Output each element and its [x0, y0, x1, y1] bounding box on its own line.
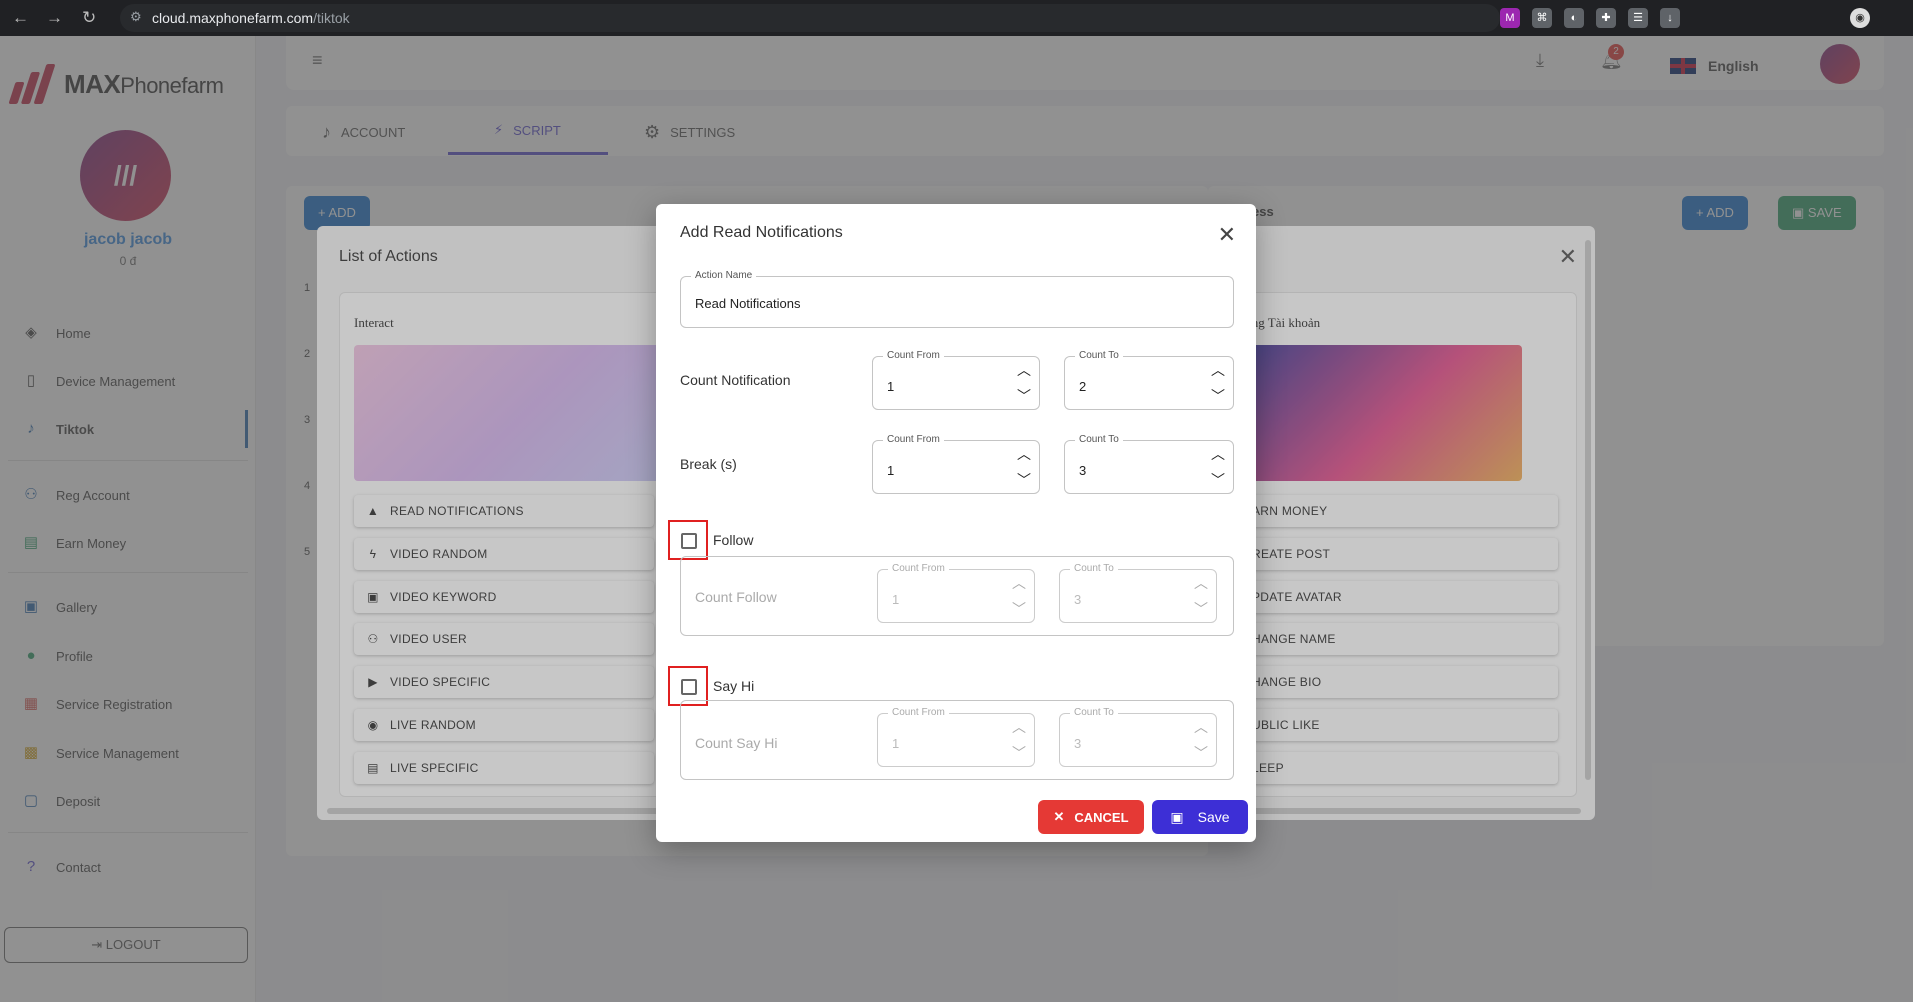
extension-icon[interactable]: ☰ — [1628, 8, 1648, 28]
url-path: /tiktok — [313, 10, 350, 26]
chevron-down-icon[interactable]: ﹀ — [1012, 746, 1026, 760]
count-say-hi-to-input[interactable]: Count To 3 ︿ ﹀ — [1059, 707, 1217, 767]
chevron-down-icon[interactable]: ﹀ — [1017, 473, 1031, 487]
count-say-hi-label: Count Say Hi — [695, 735, 778, 751]
count-notification-to-input[interactable]: Count To 2 ︿ ﹀ — [1064, 350, 1234, 410]
back-icon[interactable]: ← — [12, 8, 29, 28]
dialog-title: Add Read Notifications — [680, 224, 843, 241]
say-hi-label[interactable]: Say Hi — [713, 678, 754, 694]
break-to-input[interactable]: Count To 3 ︿ ﹀ — [1064, 434, 1234, 494]
close-icon[interactable]: ✕ — [1218, 222, 1236, 248]
say-hi-checkbox[interactable] — [681, 679, 697, 695]
extension-icon[interactable]: ✚ — [1596, 8, 1616, 28]
count-say-hi-from-input[interactable]: Count From 1 ︿ ﹀ — [877, 707, 1035, 767]
follow-checkbox[interactable] — [681, 533, 697, 549]
field-label: Action Name — [691, 270, 757, 281]
floppy-disk-icon: ▣ — [1170, 808, 1184, 825]
address-bar[interactable]: ⚙ cloud.maxphonefarm.com/tiktok — [120, 4, 1500, 32]
extension-icon[interactable]: ⌘ — [1532, 8, 1552, 28]
count-follow-from-input[interactable]: Count From 1 ︿ ﹀ — [877, 563, 1035, 623]
chevron-up-icon[interactable]: ︿ — [1012, 576, 1026, 590]
chevron-down-icon[interactable]: ﹀ — [1017, 389, 1031, 403]
add-read-notifications-dialog: Add Read Notifications ✕ Action Name Rea… — [656, 204, 1256, 842]
browser-chrome: ← → ↻ ⚙ cloud.maxphonefarm.com/tiktok M … — [0, 0, 1913, 36]
field-value: Read Notifications — [695, 296, 801, 311]
count-notification-label: Count Notification — [680, 372, 791, 388]
count-follow-group: Count Follow Count From 1 ︿ ﹀ Count To 3… — [680, 556, 1234, 636]
chevron-up-icon[interactable]: ︿ — [1017, 447, 1031, 461]
break-from-input[interactable]: Count From 1 ︿ ﹀ — [872, 434, 1040, 494]
chevron-up-icon[interactable]: ︿ — [1194, 720, 1208, 734]
count-follow-label: Count Follow — [695, 589, 777, 605]
forward-icon[interactable]: → — [46, 8, 63, 28]
follow-checkbox-highlight — [668, 520, 708, 560]
close-icon: ✕ — [1053, 809, 1065, 824]
count-follow-to-input[interactable]: Count To 3 ︿ ﹀ — [1059, 563, 1217, 623]
chevron-down-icon[interactable]: ﹀ — [1194, 602, 1208, 616]
count-notification-from-input[interactable]: Count From 1 ︿ ﹀ — [872, 350, 1040, 410]
break-label: Break (s) — [680, 456, 737, 472]
chevron-down-icon[interactable]: ﹀ — [1211, 473, 1225, 487]
extension-icon[interactable]: ◐ — [1564, 8, 1584, 28]
cancel-button[interactable]: ✕ CANCEL — [1038, 800, 1144, 834]
action-name-field[interactable]: Action Name Read Notifications — [680, 270, 1234, 328]
chevron-up-icon[interactable]: ︿ — [1211, 447, 1225, 461]
download-icon[interactable]: ↓ — [1660, 8, 1680, 28]
site-settings-icon[interactable]: ⚙ — [130, 9, 142, 25]
chevron-down-icon[interactable]: ﹀ — [1211, 389, 1225, 403]
extension-icon[interactable]: M — [1500, 8, 1520, 28]
reload-icon[interactable]: ↻ — [82, 8, 96, 28]
chevron-down-icon[interactable]: ﹀ — [1194, 746, 1208, 760]
chevron-up-icon[interactable]: ︿ — [1012, 720, 1026, 734]
chevron-up-icon[interactable]: ︿ — [1211, 363, 1225, 377]
count-say-hi-group: Count Say Hi Count From 1 ︿ ﹀ Count To 3… — [680, 700, 1234, 780]
profile-avatar-icon[interactable]: ◉ — [1850, 8, 1870, 28]
save-button[interactable]: ▣ Save — [1152, 800, 1248, 834]
chevron-down-icon[interactable]: ﹀ — [1012, 602, 1026, 616]
chevron-up-icon[interactable]: ︿ — [1194, 576, 1208, 590]
follow-label[interactable]: Follow — [713, 532, 753, 548]
chevron-up-icon[interactable]: ︿ — [1017, 363, 1031, 377]
url-host: cloud.maxphonefarm.com — [152, 10, 314, 26]
